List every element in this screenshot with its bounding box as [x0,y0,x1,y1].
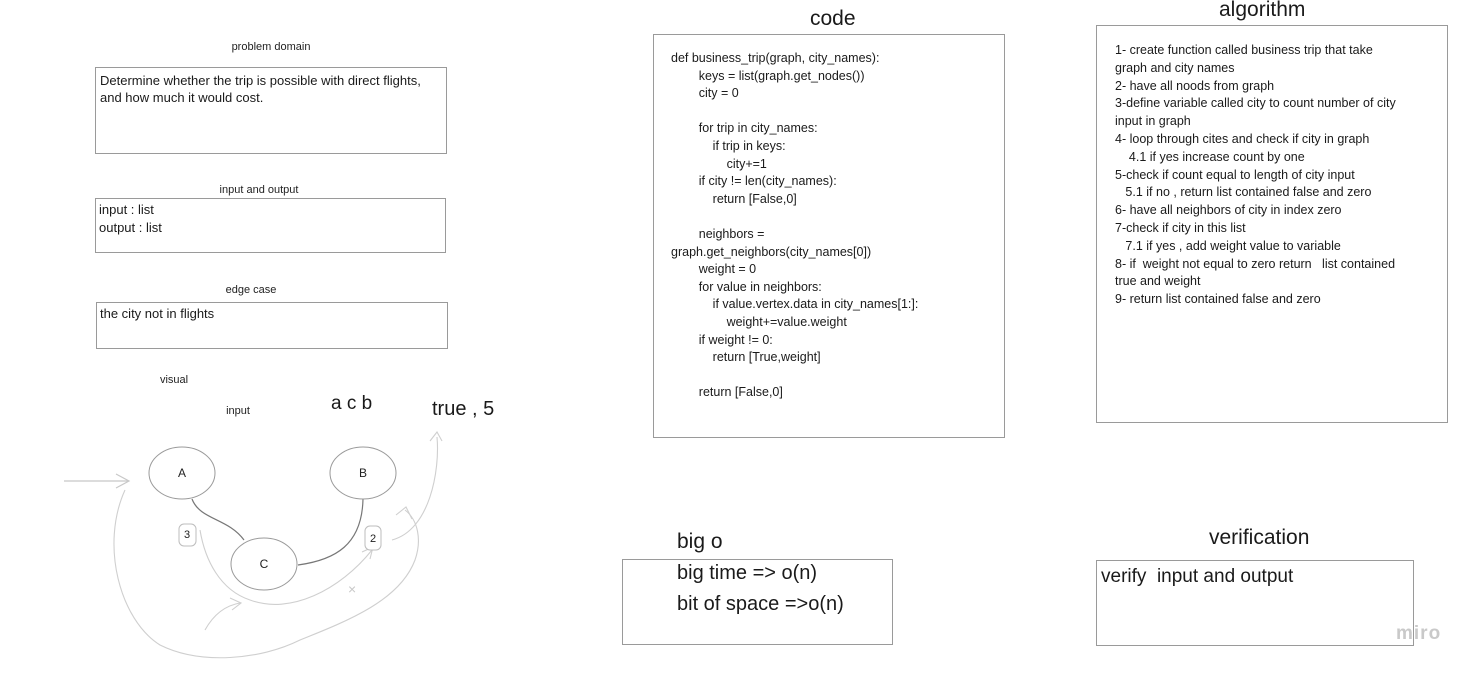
node-c: C [230,537,298,591]
algorithm-step: 3-define variable called city to count n… [1115,96,1396,111]
algorithm-step: 7.1 if yes , add weight value to variabl… [1115,238,1341,253]
algorithm-step: 5-check if count equal to length of city… [1115,167,1355,182]
code-line: if trip in keys: [671,139,786,153]
verification-title: verification [1209,526,1310,549]
algorithm-step: 7-check if city in this list [1115,220,1246,235]
incoming-arrow [64,473,131,489]
big-o-title: big o [677,530,723,553]
edge-weight-ac: 3 [178,523,197,547]
miro-watermark: miro [1396,623,1442,644]
big-o-box: big time => o(n) bit of space =>o(n) [622,559,893,645]
code-line: weight+=value.weight [671,315,847,329]
code-line: weight = 0 [671,262,757,277]
algorithm-step: 5.1 if no , return list contained false … [1115,185,1372,200]
algorithm-step: input in graph [1115,114,1191,129]
svg-text:B: B [359,466,367,480]
code-box: def business_trip(graph, city_names): ke… [653,34,1005,438]
svg-text:3: 3 [184,529,190,541]
code-line: if value.vertex.data in city_names[1:]: [671,297,919,312]
code-line: graph.get_neighbors(city_names[0]) [671,244,872,259]
edge-weight-cb: 2 [364,525,382,551]
code-line: city+=1 [671,156,767,171]
cross-mark: × [348,581,356,597]
algorithm-step: 9- return list contained false and zero [1115,292,1321,307]
svg-text:2: 2 [370,533,376,545]
graph-sketch: × A B C 3 2 [64,431,443,659]
code-line: for value in neighbors: [671,279,822,294]
svg-text:C: C [260,557,269,571]
code-line: return [False,0] [671,385,783,400]
code-line: if weight != 0: [671,332,773,347]
code-line: city = 0 [671,86,739,101]
algorithm-step: true and weight [1115,274,1201,289]
algorithm-step: 6- have all neighbors of city in index z… [1115,203,1342,218]
algorithm-title: algorithm [1219,0,1306,21]
code-line: return [False,0] [671,191,797,206]
verification-text: verify input and output [1101,566,1294,587]
code-line: if city != len(city_names): [671,174,837,189]
code-line: neighbors = [671,227,765,241]
algorithm-steps: 1- create function called business trip … [1115,42,1445,309]
code-line: for trip in city_names: [671,121,818,136]
code-title: code [810,7,856,30]
node-a: A [148,446,216,500]
code-line: def business_trip(graph, city_names): [671,51,880,65]
algorithm-step: 4.1 if yes increase count by one [1115,149,1305,164]
big-o-space: bit of space =>o(n) [677,593,844,615]
algorithm-step: 4- loop through cites and check if city … [1115,131,1370,146]
code-line: return [True,weight] [671,350,821,365]
algorithm-step: 1- create function called business trip … [1115,43,1373,57]
algorithm-step: 8- if weight not equal to zero return li… [1115,256,1396,271]
algorithm-step: graph and city names [1115,60,1235,75]
algorithm-box: 1- create function called business trip … [1096,25,1448,423]
algorithm-step: 2- have all noods from graph [1115,78,1275,93]
code-line: keys = list(graph.get_nodes()) [671,68,865,83]
verification-box: verify input and output [1096,560,1414,646]
node-b: B [329,446,397,500]
svg-text:A: A [178,466,186,480]
big-o-time: big time => o(n) [677,562,818,584]
